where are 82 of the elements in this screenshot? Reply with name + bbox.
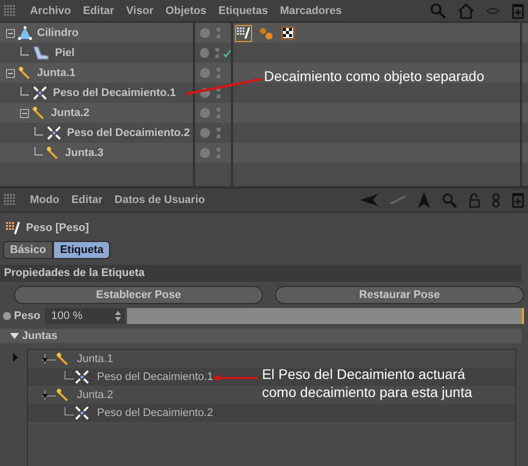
menu-item[interactable]: Modo	[30, 194, 60, 206]
visibility-dot[interactable]	[200, 48, 210, 58]
menu-item[interactable]: Editar	[71, 194, 103, 206]
cone-icon	[18, 26, 32, 40]
object-name[interactable]: Peso del Decaimiento.1	[53, 87, 176, 99]
tab[interactable]: Etiqueta	[53, 241, 110, 259]
unlock-icon[interactable]	[469, 192, 480, 208]
pose-button[interactable]: Establecer Pose	[14, 286, 263, 304]
visibility-dot[interactable]	[200, 68, 210, 78]
field-label: Peso	[14, 310, 40, 322]
checker-tag-icon[interactable]	[279, 24, 296, 42]
falloff-icon	[32, 85, 48, 101]
tree-line	[42, 354, 56, 364]
falloff-icon	[74, 369, 90, 385]
bone-icon	[46, 146, 60, 160]
weight-tag-icon	[4, 221, 22, 235]
render-dots-icon[interactable]	[215, 47, 220, 59]
back-arrow-icon[interactable]	[360, 194, 378, 206]
object-title: Peso [Peso]	[26, 222, 89, 234]
spinner-icon[interactable]	[115, 311, 122, 321]
pose-button[interactable]: Restaurar Pose	[275, 286, 524, 304]
render-dots-icon[interactable]	[216, 107, 221, 119]
check-icon[interactable]	[222, 48, 231, 58]
grip-icon	[4, 194, 16, 206]
visibility-dot[interactable]	[200, 108, 210, 118]
collapse-triangle-icon	[10, 333, 19, 339]
link-icon[interactable]	[492, 192, 500, 208]
object-name[interactable]: Piel	[55, 47, 75, 59]
menu-item[interactable]: Editar	[82, 4, 114, 16]
group-header[interactable]: Juntas	[0, 329, 522, 343]
keyframe-dot[interactable]	[3, 312, 11, 320]
search-icon[interactable]	[442, 192, 457, 208]
menu-item[interactable]: Visor	[126, 4, 154, 16]
falloff-icon	[46, 125, 62, 141]
tree-line	[42, 390, 56, 400]
collapse-icon[interactable]	[20, 108, 29, 118]
menu-item[interactable]: Etiquetas	[218, 4, 268, 16]
joint-name[interactable]: Junta.1	[77, 353, 114, 365]
object-name[interactable]: Junta.2	[51, 107, 90, 119]
render-dots-icon[interactable]	[216, 27, 221, 39]
tab[interactable]: Básico	[3, 241, 54, 259]
collapse-icon[interactable]	[6, 68, 15, 78]
render-dots-icon[interactable]	[216, 87, 221, 99]
object-name[interactable]: Cilindro	[37, 27, 79, 39]
boot-icon	[32, 46, 50, 60]
object-name[interactable]: Junta.3	[65, 147, 104, 159]
weight-slider[interactable]	[127, 308, 524, 324]
annotation-text: El Peso del Decaimiento actuará como decaimiento para esta junta	[262, 365, 474, 401]
joint-name[interactable]: Junta.2	[77, 389, 114, 401]
menu-item[interactable]: Marcadores	[280, 4, 342, 16]
object-name[interactable]: Peso del Decaimiento.2	[67, 127, 190, 139]
object-name[interactable]: Junta.1	[37, 67, 76, 79]
menu-item[interactable]: Objetos	[165, 4, 206, 16]
falloff-icon	[74, 405, 90, 421]
up-arrow-icon[interactable]	[418, 192, 430, 208]
bone-icon	[56, 388, 70, 402]
expand-triangle-icon[interactable]	[13, 353, 18, 362]
visibility-dot[interactable]	[200, 148, 210, 158]
menu-item[interactable]: Archivo	[30, 4, 71, 16]
section-header: Propiedades de la Etiqueta	[0, 265, 522, 282]
eye-icon[interactable]	[486, 6, 500, 16]
grip-icon	[4, 4, 16, 16]
render-dots-icon[interactable]	[216, 127, 221, 139]
home-icon[interactable]	[458, 2, 474, 18]
bone-icon	[18, 66, 32, 80]
joint-name[interactable]: Peso del Decaimiento.2	[97, 407, 214, 419]
search-icon[interactable]	[430, 2, 446, 18]
render-dots-icon[interactable]	[216, 147, 221, 159]
visibility-dot[interactable]	[200, 128, 210, 138]
new-panel-icon[interactable]	[512, 2, 524, 18]
annotation-text: Decaimiento como objeto separado	[264, 68, 484, 84]
annotation-arrow	[212, 374, 258, 382]
render-dots-icon[interactable]	[216, 67, 221, 79]
bone-icon	[32, 106, 46, 120]
menu-item[interactable]: Datos de Usuario	[114, 194, 205, 206]
visibility-dot[interactable]	[200, 28, 210, 38]
bone-icon	[56, 352, 70, 366]
weight-tag-icon[interactable]	[235, 24, 252, 42]
joint-name[interactable]: Peso del Decaimiento.1	[97, 371, 214, 383]
number-field[interactable]: 100 %	[45, 308, 126, 324]
collapse-icon[interactable]	[6, 28, 15, 38]
new-panel-icon[interactable]	[512, 192, 524, 208]
